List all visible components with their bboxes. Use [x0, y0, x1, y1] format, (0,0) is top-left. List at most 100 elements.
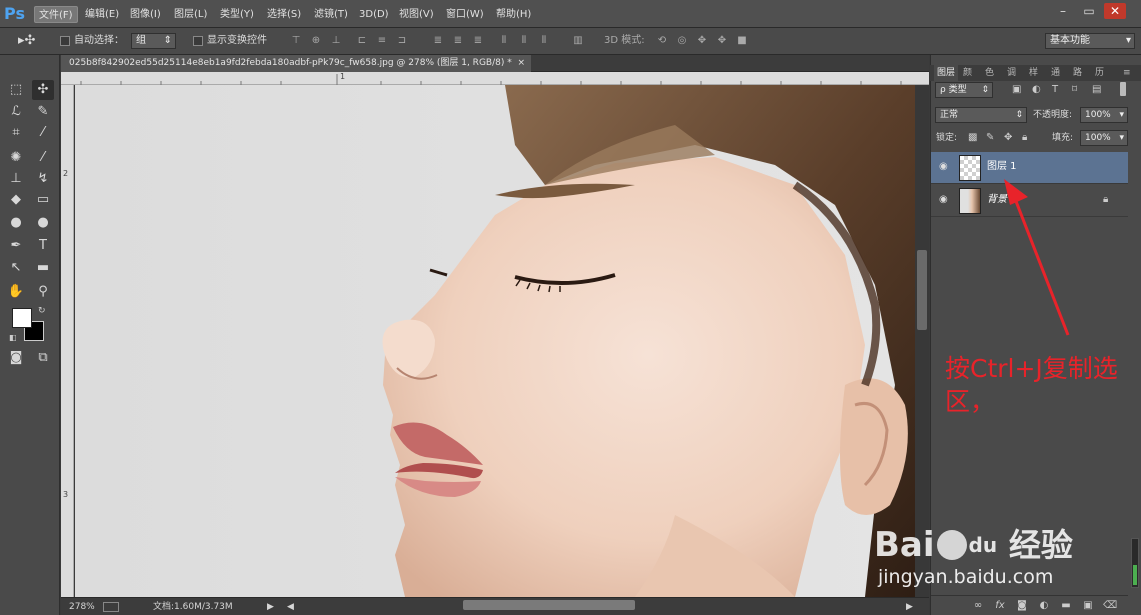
filter-shape-icon[interactable]: ⌑: [1072, 84, 1077, 95]
auto-align-icon[interactable]: ▥: [572, 35, 584, 47]
distribute-bottom-icon[interactable]: ≣: [472, 35, 484, 47]
auto-select-checkbox[interactable]: [60, 36, 70, 46]
fill-input[interactable]: 100% ▾: [1080, 130, 1128, 146]
type-tool-icon[interactable]: T: [32, 236, 54, 256]
filter-smart-icon[interactable]: ▤: [1092, 84, 1101, 95]
align-vcenter-icon[interactable]: ⊕: [310, 35, 322, 47]
tab-layers[interactable]: 图层: [934, 65, 959, 81]
filter-pixel-icon[interactable]: ▣: [1012, 84, 1021, 95]
lasso-tool-icon[interactable]: ℒ: [5, 102, 27, 122]
vertical-scroll-thumb[interactable]: [917, 250, 927, 330]
path-select-tool-icon[interactable]: ↖: [5, 258, 27, 278]
document-canvas[interactable]: [75, 85, 915, 597]
horizontal-scroll-thumb[interactable]: [463, 600, 635, 610]
eraser-tool-icon[interactable]: ◆: [5, 190, 27, 210]
foreground-color-swatch[interactable]: [12, 308, 32, 328]
blur-tool-icon[interactable]: ●: [5, 213, 27, 233]
quick-mask-icon[interactable]: ◙: [5, 348, 27, 368]
zoom-tool-icon[interactable]: ⚲: [32, 282, 54, 302]
filter-type-icon[interactable]: T: [1052, 84, 1058, 95]
workspace-dropdown[interactable]: 基本功能 ▾: [1045, 33, 1135, 49]
align-right-icon[interactable]: ⊐: [396, 35, 408, 47]
auto-select-dropdown[interactable]: 组 ⇕: [131, 33, 176, 49]
crop-tool-icon[interactable]: ⌗: [5, 123, 27, 143]
menu-layer[interactable]: 图层(L): [170, 6, 211, 23]
distribute-right-icon[interactable]: ⦀: [538, 35, 550, 47]
tab-paths[interactable]: 通: [1048, 65, 1063, 81]
fx-icon[interactable]: fx: [993, 599, 1007, 613]
link-icon[interactable]: ∞: [971, 599, 985, 613]
distribute-top-icon[interactable]: ≣: [432, 35, 444, 47]
stamp-tool-icon[interactable]: ⊥: [5, 169, 27, 189]
blend-mode-dropdown[interactable]: 正常 ⇕: [935, 107, 1027, 123]
status-menu-arrow-icon[interactable]: ▶: [267, 600, 274, 614]
history-brush-tool-icon[interactable]: ↯: [32, 169, 54, 189]
align-hcenter-icon[interactable]: ≡: [376, 35, 388, 47]
quick-select-tool-icon[interactable]: ✎: [32, 102, 54, 122]
tab-color[interactable]: 色: [982, 65, 997, 81]
hand-tool-icon[interactable]: ✋: [5, 282, 27, 302]
tab-channels[interactable]: 颜: [960, 65, 975, 81]
menu-help[interactable]: 帮助(H): [492, 6, 535, 23]
opacity-input[interactable]: 100% ▾: [1080, 107, 1128, 123]
menu-image[interactable]: 图像(I): [126, 6, 165, 23]
align-top-icon[interactable]: ⊤: [290, 35, 302, 47]
document-tab[interactable]: 025b8f842902ed55d25114e8eb1a9fd2febda180…: [61, 55, 531, 72]
swap-colors-icon[interactable]: ↻: [38, 306, 46, 316]
menu-select[interactable]: 选择(S): [263, 6, 305, 23]
show-transform-checkbox[interactable]: [193, 36, 203, 46]
dodge-tool-icon[interactable]: ●: [32, 213, 54, 233]
spot-heal-tool-icon[interactable]: ✺: [5, 148, 27, 168]
lock-image-icon[interactable]: ✎: [986, 132, 994, 143]
tab-adjust[interactable]: 调: [1004, 65, 1019, 81]
align-bottom-icon[interactable]: ⊥: [330, 35, 342, 47]
move-tool-icon[interactable]: ✣: [32, 80, 54, 100]
3d-slide-icon[interactable]: ✥: [716, 35, 728, 47]
visibility-eye-icon[interactable]: ◉: [939, 194, 951, 206]
lock-position-icon[interactable]: ✥: [1004, 132, 1012, 143]
menu-type[interactable]: 类型(Y): [216, 6, 258, 23]
tab-history[interactable]: 历: [1092, 65, 1107, 81]
menu-view[interactable]: 视图(V): [395, 6, 438, 23]
scroll-left-icon[interactable]: ◀: [287, 600, 294, 614]
distribute-vcenter-icon[interactable]: ≣: [452, 35, 464, 47]
lock-transparent-icon[interactable]: ▩: [968, 132, 977, 143]
panel-menu-icon[interactable]: ≡: [1120, 65, 1134, 81]
menu-3d[interactable]: 3D(D): [355, 6, 393, 23]
mask-icon[interactable]: ◙: [1015, 599, 1029, 613]
tab-path[interactable]: 路: [1070, 65, 1085, 81]
zoom-level[interactable]: 278%: [69, 600, 95, 614]
marquee-tool-icon[interactable]: ⬚: [5, 80, 27, 100]
default-colors-icon[interactable]: ◧: [9, 333, 17, 342]
filter-toggle-icon[interactable]: [1120, 82, 1126, 96]
pen-tool-icon[interactable]: ✒: [5, 236, 27, 256]
eyedropper-tool-icon[interactable]: ⁄: [32, 123, 54, 143]
3d-roll-icon[interactable]: ◎: [676, 35, 688, 47]
layer-filter-dropdown[interactable]: ρ 类型 ⇕: [935, 82, 993, 98]
filter-adjust-icon[interactable]: ◐: [1032, 84, 1041, 95]
menu-file[interactable]: 文件(F): [34, 6, 78, 23]
menu-edit[interactable]: 编辑(E): [81, 6, 123, 23]
shape-tool-icon[interactable]: ▬: [32, 258, 54, 278]
distribute-left-icon[interactable]: ⦀: [498, 35, 510, 47]
menu-window[interactable]: 窗口(W): [442, 6, 488, 23]
distribute-hcenter-icon[interactable]: ⦀: [518, 35, 530, 47]
adjust-icon[interactable]: ◐: [1037, 599, 1051, 613]
move-tool-preset-icon[interactable]: ▸✣: [18, 34, 35, 48]
gradient-tool-icon[interactable]: ▭: [32, 190, 54, 210]
resize-handle[interactable]: [1131, 538, 1139, 588]
align-left-icon[interactable]: ⊏: [356, 35, 368, 47]
brush-tool-icon[interactable]: ⁄: [32, 148, 54, 168]
3d-pan-icon[interactable]: ✥: [696, 35, 708, 47]
trash-icon[interactable]: ⌫: [1103, 599, 1117, 613]
lock-all-icon[interactable]: 🔒︎: [1022, 132, 1027, 143]
close-tab-icon[interactable]: ×: [517, 55, 525, 71]
minimize-button[interactable]: –: [1052, 3, 1074, 19]
restore-button[interactable]: ▭: [1078, 3, 1100, 19]
new-layer-icon[interactable]: ▣: [1081, 599, 1095, 613]
scroll-right-icon[interactable]: ▶: [906, 600, 913, 614]
group-icon[interactable]: ▬: [1059, 599, 1073, 613]
screen-mode-icon[interactable]: ⧉: [32, 348, 54, 368]
close-button[interactable]: ✕: [1104, 3, 1126, 19]
visibility-eye-icon[interactable]: ◉: [939, 161, 951, 173]
